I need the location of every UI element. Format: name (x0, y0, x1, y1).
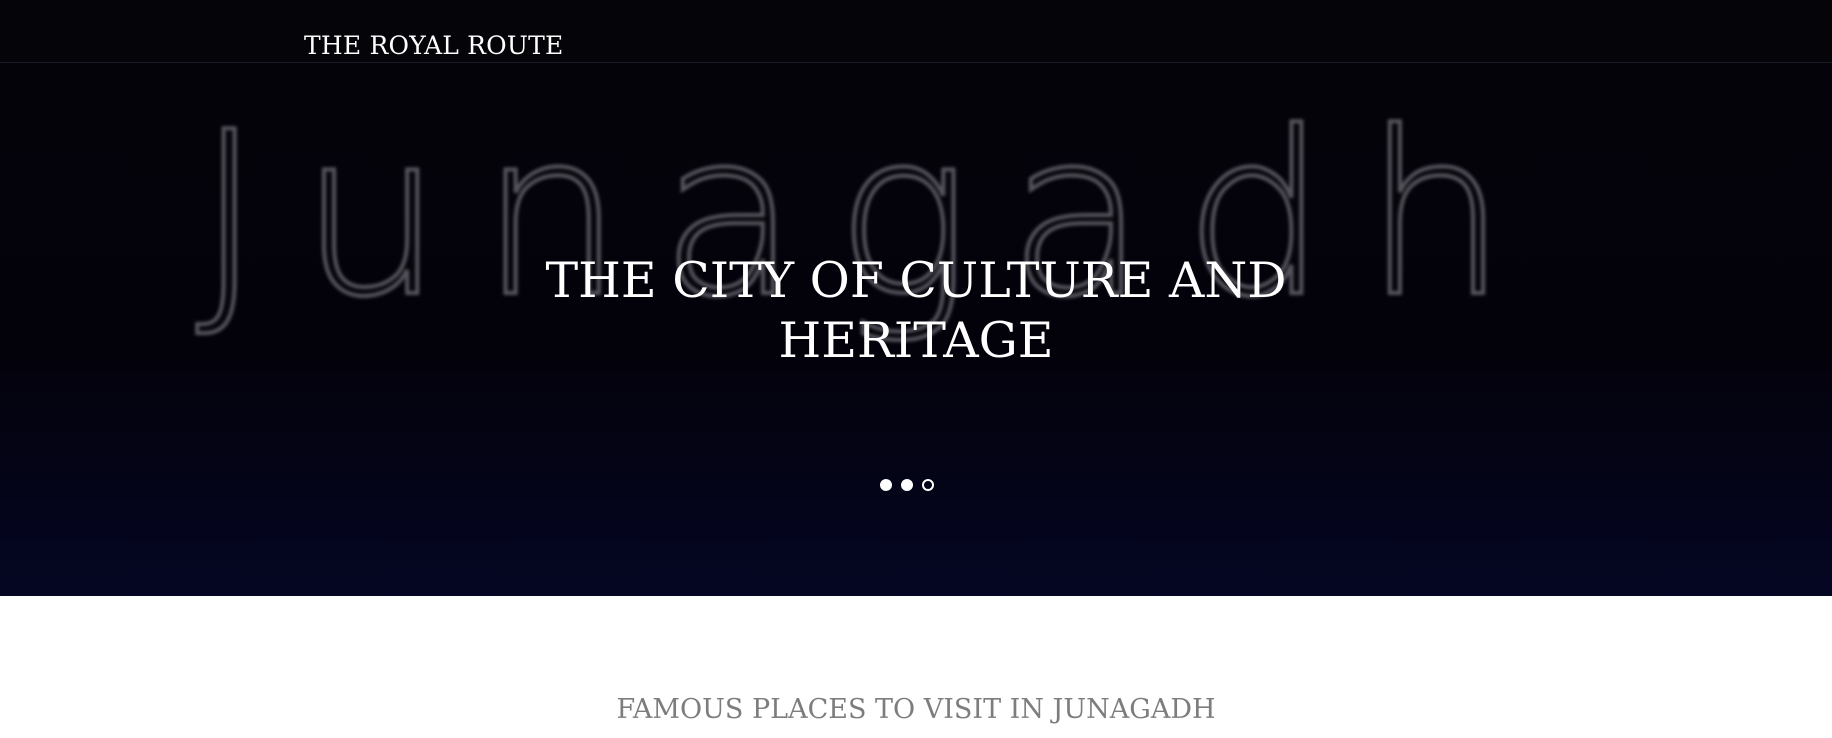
hero-carousel: Junagadh THE CITY OF CULTURE AND HERITAG… (0, 63, 1832, 596)
carousel-dot-1[interactable] (880, 479, 892, 491)
navbar: THE ROYAL ROUTE (0, 0, 1832, 63)
carousel-indicators (880, 476, 934, 494)
brand-link[interactable]: THE ROYAL ROUTE (304, 31, 563, 60)
carousel-dot-3[interactable] (922, 479, 934, 491)
hero-title: THE CITY OF CULTURE AND HERITAGE (545, 252, 1287, 369)
carousel-dot-2[interactable] (901, 479, 913, 491)
section-heading: FAMOUS PLACES TO VISIT IN JUNAGADH (616, 694, 1216, 725)
